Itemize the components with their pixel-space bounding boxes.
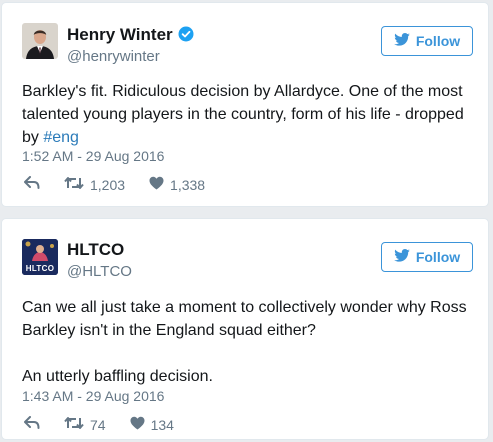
avatar-text: HLTCO	[25, 264, 55, 273]
tweet-paragraph: An utterly baffling decision.	[22, 368, 213, 385]
like-button[interactable]: 134	[130, 416, 174, 433]
heart-icon	[149, 176, 164, 193]
author-handle[interactable]: @henrywinter	[67, 48, 160, 65]
reply-icon	[24, 176, 40, 193]
twitter-bird-icon	[394, 249, 410, 265]
heart-icon	[130, 416, 145, 433]
like-count: 1,338	[170, 176, 206, 193]
follow-label: Follow	[415, 249, 461, 265]
retweet-button[interactable]: 1,203	[64, 176, 125, 193]
author-name[interactable]: Henry Winter	[67, 25, 173, 44]
like-count: 134	[150, 416, 174, 433]
follow-button[interactable]: Follow	[381, 242, 473, 272]
tweet-text: Can we all just take a moment to collect…	[22, 296, 477, 388]
hashtag-link[interactable]: #eng	[43, 129, 79, 146]
tweet-timestamp[interactable]: 1:52 AM - 29 Aug 2016	[22, 148, 164, 164]
retweet-icon	[64, 176, 84, 193]
retweet-button[interactable]: 74	[64, 416, 106, 433]
tweet-text-body: Barkley's fit. Ridiculous decision by Al…	[22, 83, 464, 146]
follow-button[interactable]: Follow	[381, 26, 473, 56]
retweet-count: 74	[90, 416, 106, 433]
verified-badge-icon	[178, 26, 194, 47]
reply-button[interactable]	[24, 416, 40, 433]
retweet-count: 1,203	[90, 176, 126, 193]
author-name[interactable]: HLTCO	[67, 240, 124, 260]
tweet-paragraph: Can we all just take a moment to collect…	[22, 299, 467, 339]
retweet-icon	[64, 416, 84, 433]
twitter-bird-icon	[394, 33, 410, 49]
tweet-actions: 74 134	[24, 416, 198, 433]
author-handle[interactable]: @HLTCO	[67, 263, 132, 280]
tweet-text: Barkley's fit. Ridiculous decision by Al…	[22, 80, 477, 149]
tweet-card: HLTCO HLTCO @HLTCO Follow Can we all jus…	[1, 218, 489, 440]
tweet-card: Henry Winter @henrywinter Follow Barkley…	[1, 2, 489, 207]
like-button[interactable]: 1,338	[149, 176, 205, 193]
avatar[interactable]: HLTCO	[22, 239, 58, 275]
follow-label: Follow	[415, 33, 461, 49]
tweet-timestamp[interactable]: 1:43 AM - 29 Aug 2016	[22, 388, 164, 404]
avatar[interactable]	[22, 23, 58, 59]
reply-icon	[24, 416, 40, 433]
reply-button[interactable]	[24, 176, 40, 193]
tweet-actions: 1,203 1,338	[24, 176, 229, 193]
